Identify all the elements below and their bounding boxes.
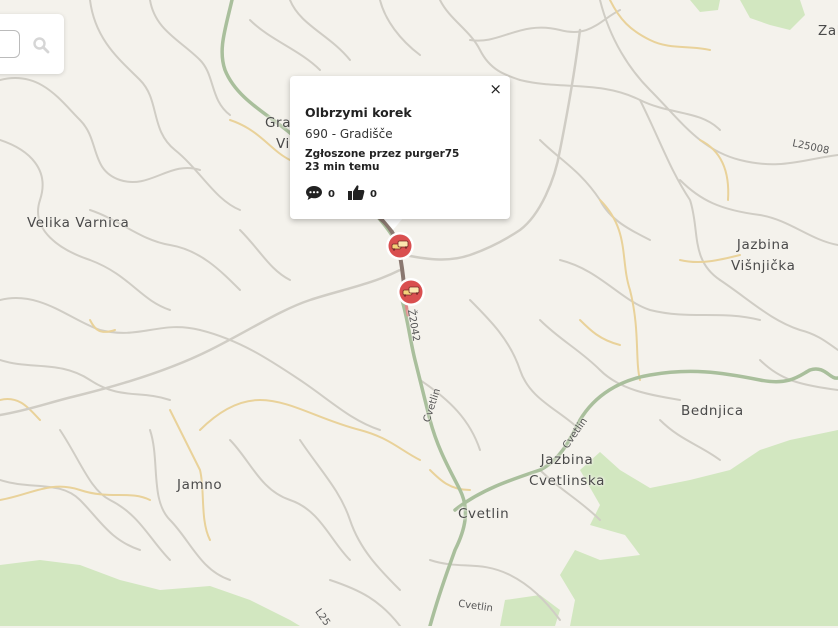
alert-popup: × Olbrzymi korek 690 - Gradišče Zgłoszon… [290, 76, 510, 219]
place-label-jazbina-visnjicka: Jazbina Višnjička [731, 237, 796, 274]
place-label-jazbina-cvetlinska: Jazbina Cvetlinska [529, 452, 605, 489]
place-label-zab: Zab [818, 23, 838, 39]
comments-count: 0 [328, 188, 335, 200]
reporter-username[interactable]: purger75 [405, 148, 460, 160]
reporter-prefix: Zgłoszone przez [305, 148, 402, 160]
popup-reporter: Zgłoszone przez purger75 [305, 148, 495, 161]
search-panel [0, 14, 64, 74]
place-label-gra: Gra [265, 115, 292, 131]
place-label-cvetlin: Cvetlin [458, 506, 510, 522]
search-icon[interactable] [32, 36, 50, 54]
traffic-jam-marker[interactable] [385, 231, 415, 261]
like-button[interactable]: 0 [347, 184, 377, 201]
place-label-velika-varnica: Velika Varnica [27, 215, 130, 231]
comments-button[interactable]: 0 [305, 185, 335, 201]
likes-count: 0 [369, 188, 377, 200]
search-input[interactable] [0, 30, 20, 58]
comment-icon [306, 185, 322, 200]
popup-time: 23 min temu [305, 161, 380, 173]
place-label-jamno: Jamno [177, 477, 223, 493]
popup-title: Olbrzymi korek [305, 105, 412, 120]
traffic-jam-marker[interactable] [396, 277, 426, 307]
thumbs-up-icon [347, 185, 365, 200]
popup-location: 690 - Gradišče [305, 127, 393, 141]
place-label-bednjica: Bednjica [681, 403, 744, 419]
popup-actions: 0 0 [305, 184, 389, 201]
place-label-vi: Vi [276, 136, 290, 152]
popup-tail [383, 218, 403, 230]
close-icon[interactable]: × [489, 81, 502, 97]
